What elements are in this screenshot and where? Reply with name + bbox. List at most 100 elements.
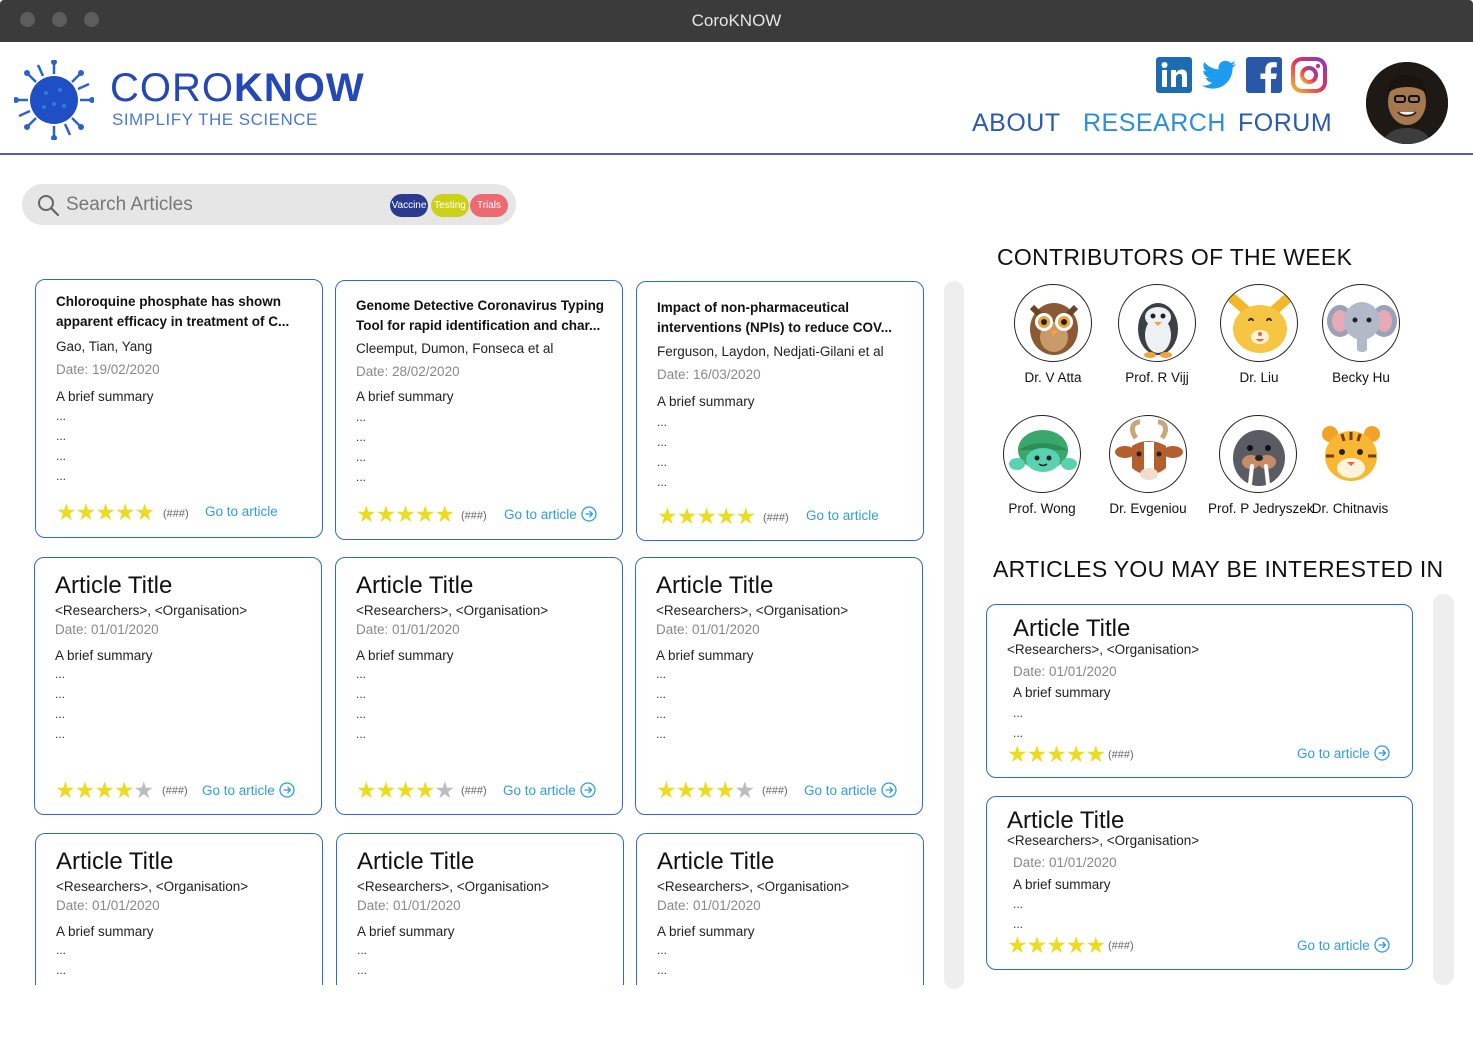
article-summary: A brief summary [356, 389, 454, 404]
article-title[interactable]: Article Title [1013, 615, 1130, 643]
article-card[interactable]: Article Title <Researchers>, <Organisati… [635, 557, 923, 815]
contributor[interactable]: Dr. Liu [1209, 284, 1309, 385]
rating-count: (###) [762, 785, 788, 797]
summary-placeholder-lines: ............ [56, 406, 66, 486]
contributor[interactable]: Becky Hu [1311, 284, 1411, 385]
ellipsis-line: ... [356, 430, 367, 444]
article-title[interactable]: Article Title [656, 572, 773, 600]
summary-placeholder-lines: ...... [56, 940, 66, 980]
go-to-article-link[interactable]: Go to article [504, 506, 597, 522]
user-avatar[interactable] [1366, 62, 1448, 144]
contributor-name: Prof. P Jedryszek [1208, 501, 1314, 516]
contributor-avatar[interactable] [1118, 284, 1196, 362]
go-to-article-link[interactable]: Go to article [1297, 745, 1390, 761]
nav-forum[interactable]: FORUM [1238, 109, 1332, 138]
contributor-avatar[interactable] [1219, 415, 1297, 493]
tag-chip-trials[interactable]: Trials [470, 194, 508, 217]
go-to-article-link[interactable]: Go to article [503, 782, 596, 798]
rating-count: (###) [163, 508, 189, 520]
contributor-avatar[interactable] [1003, 415, 1081, 493]
ellipsis-line: ... [56, 409, 67, 423]
contributor[interactable]: Prof. P Jedryszek [1208, 415, 1314, 516]
contributor-name: Dr. Chitnavis [1311, 501, 1389, 516]
tag-chip-testing[interactable]: Testing [431, 194, 469, 217]
article-title[interactable]: Article Title [356, 572, 473, 600]
article-card[interactable]: Genome Detective Coronavirus Typing Tool … [335, 280, 623, 540]
ellipsis-line: ... [657, 455, 668, 469]
brand-name[interactable]: COROKNOW [110, 66, 365, 111]
contributor-avatar[interactable] [1220, 284, 1298, 362]
article-title-line: Tool for rapid identification and char..… [356, 318, 601, 333]
contributor-avatar[interactable] [1109, 415, 1187, 493]
brand-name-bold: KNOW [234, 66, 365, 110]
article-date: Date: 01/01/2020 [56, 898, 160, 913]
go-to-article-link[interactable]: Go to article [804, 782, 897, 798]
summary-placeholder-lines: ............ [657, 412, 667, 492]
ellipsis-line: ... [656, 687, 667, 701]
star-rating[interactable]: ★★★★★ [356, 777, 455, 804]
contributor[interactable]: Dr. Chitnavis [1300, 415, 1400, 516]
star-rating[interactable]: ★★★★★ [656, 777, 755, 804]
star-rating[interactable]: ★★★★★ [1007, 741, 1106, 768]
article-card[interactable]: Impact of non-pharmaceutical intervention… [636, 281, 924, 541]
star-rating[interactable]: ★★★★★ [55, 777, 154, 804]
facebook-icon[interactable] [1245, 56, 1283, 94]
contributor-avatar[interactable] [1014, 284, 1092, 362]
brand-name-light: CORO [110, 66, 234, 110]
search-input[interactable] [66, 188, 366, 221]
article-title-line: Chloroquine phosphate has shown [56, 294, 282, 309]
tag-chip-vaccine[interactable]: Vaccine [390, 194, 428, 217]
recommended-scrollbar[interactable] [1433, 594, 1454, 985]
article-date: Date: 01/01/2020 [656, 622, 760, 637]
star-rating[interactable]: ★★★★★ [657, 503, 756, 530]
article-title[interactable]: Article Title [56, 848, 173, 876]
nav-about[interactable]: ABOUT [972, 109, 1061, 138]
ellipsis-line: ... [356, 707, 367, 721]
article-authors: <Researchers>, <Organisation> [357, 879, 550, 894]
go-to-article-link[interactable]: Go to article [806, 508, 879, 523]
search-icon[interactable] [36, 193, 60, 217]
star-rating[interactable]: ★★★★★ [1007, 932, 1106, 959]
twitter-icon[interactable] [1200, 56, 1238, 94]
recommended-article-card[interactable]: Article Title <Researchers>, <Organisati… [986, 796, 1413, 970]
ellipsis-line: ... [55, 687, 66, 701]
article-card[interactable]: Article Title <Researchers>, <Organisati… [335, 557, 623, 815]
article-title-line: interventions (NPIs) to reduce COV... [657, 320, 893, 335]
articles-scrollbar[interactable] [944, 281, 964, 989]
contributor[interactable]: Prof. R Vijj [1107, 284, 1207, 385]
go-to-article-link[interactable]: Go to article [205, 504, 278, 519]
summary-placeholder-lines: ............ [356, 407, 366, 487]
contributor-avatar[interactable] [1311, 415, 1389, 493]
ellipsis-line: ... [56, 963, 67, 977]
tiger-icon [1322, 426, 1380, 481]
contributor-name: Becky Hu [1332, 370, 1390, 385]
star-rating[interactable]: ★★★★★ [56, 499, 155, 526]
contributor[interactable]: Dr. Evgeniou [1098, 415, 1198, 516]
article-title[interactable]: Impact of non-pharmaceutical intervention… [657, 298, 892, 338]
recommended-article-card[interactable]: Article Title <Researchers>, <Organisati… [986, 604, 1413, 778]
arrow-right-circle-icon [279, 782, 295, 798]
virus-logo-icon[interactable] [14, 60, 94, 140]
ellipsis-line: ... [356, 450, 367, 464]
instagram-icon[interactable] [1290, 56, 1328, 94]
contributor[interactable]: Prof. Wong [992, 415, 1092, 516]
article-title[interactable]: Article Title [1007, 807, 1124, 835]
tagline: SIMPLIFY THE SCIENCE [112, 110, 318, 129]
go-to-article-link[interactable]: Go to article [202, 782, 295, 798]
ellipsis-line: ... [657, 943, 668, 957]
nav-research[interactable]: RESEARCH [1083, 109, 1226, 138]
contributor-avatar[interactable] [1322, 284, 1400, 362]
article-card[interactable]: Article Title <Researchers>, <Organisati… [34, 557, 322, 815]
article-title[interactable]: Genome Detective Coronavirus Typing Tool … [356, 296, 604, 336]
article-summary: A brief summary [55, 648, 153, 663]
article-title[interactable]: Article Title [55, 572, 172, 600]
star-rating[interactable]: ★★★★★ [356, 501, 455, 528]
go-to-article-link[interactable]: Go to article [1297, 937, 1390, 953]
ellipsis-line: ... [56, 429, 67, 443]
article-title[interactable]: Article Title [657, 848, 774, 876]
article-card[interactable]: Chloroquine phosphate has shown apparent … [35, 279, 323, 538]
article-title[interactable]: Article Title [357, 848, 474, 876]
contributor[interactable]: Dr. V Atta [1003, 284, 1103, 385]
linkedin-icon[interactable] [1155, 56, 1193, 94]
article-title[interactable]: Chloroquine phosphate has shown apparent … [56, 292, 289, 332]
